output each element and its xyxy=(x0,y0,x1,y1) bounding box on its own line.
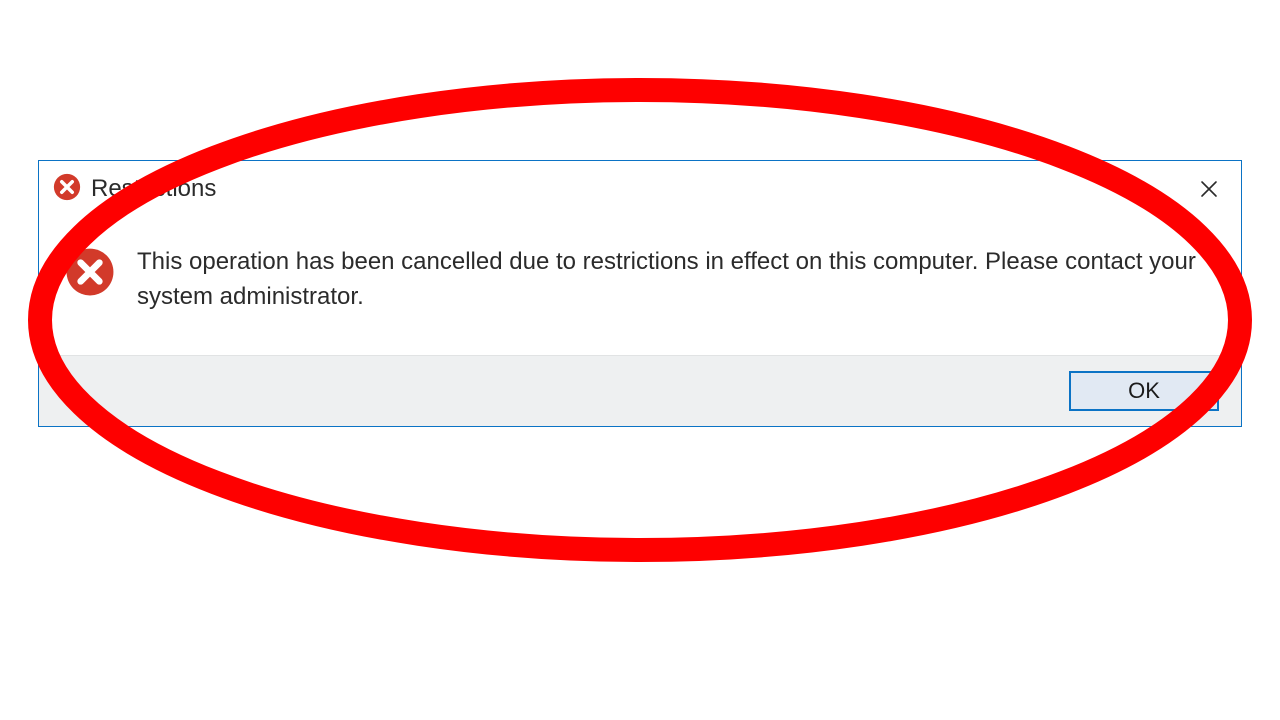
dialog-body: This operation has been cancelled due to… xyxy=(39,217,1241,355)
dialog-message: This operation has been cancelled due to… xyxy=(137,245,1197,315)
screenshot-stage: Restrictions This operation has been can… xyxy=(0,0,1280,720)
dialog-footer: OK xyxy=(39,355,1241,426)
close-icon xyxy=(1199,179,1219,199)
restrictions-dialog: Restrictions This operation has been can… xyxy=(38,160,1242,427)
error-icon xyxy=(53,173,81,206)
error-icon xyxy=(65,247,115,302)
dialog-title: Restrictions xyxy=(91,175,1191,203)
ok-button[interactable]: OK xyxy=(1069,371,1219,411)
dialog-titlebar: Restrictions xyxy=(39,161,1241,217)
close-button[interactable] xyxy=(1191,171,1227,207)
